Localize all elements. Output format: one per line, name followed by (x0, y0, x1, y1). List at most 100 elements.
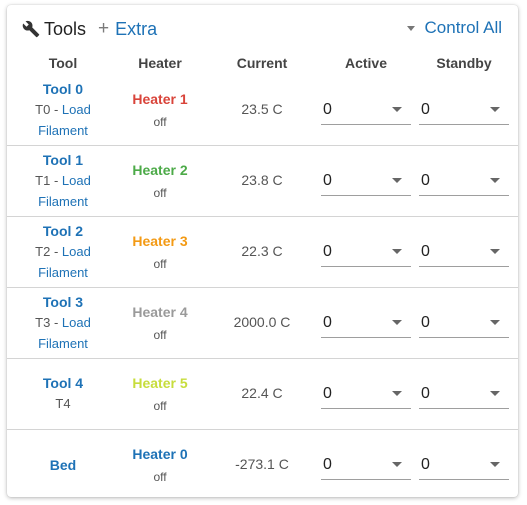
tool-name[interactable]: Tool 1 (15, 152, 111, 168)
control-all-dropdown[interactable]: Control All (406, 18, 502, 38)
separator: - (50, 244, 62, 259)
load-filament-link[interactable]: Load (62, 102, 91, 117)
tool-name[interactable]: Tool 3 (15, 294, 111, 310)
tool-row: Tool 4 T4 Heater 5 off 22.4 C 0 0 (7, 358, 518, 430)
dropdown-arrow-icon (392, 462, 402, 467)
heater-cell: Heater 2 off (111, 162, 209, 200)
standby-temp-value: 0 (421, 314, 430, 331)
tool-cell: Tool 4 T4 (15, 375, 111, 414)
heater-cell: Heater 3 off (111, 233, 209, 271)
active-temp-select[interactable]: 0 (321, 165, 411, 196)
tool-id: T2 (35, 244, 51, 259)
tool-cell: Tool 2 T2 - Load Filament (15, 223, 111, 283)
active-temp-value: 0 (323, 385, 332, 402)
tool-id: T0 (35, 102, 51, 117)
heater-cell: Heater 5 off (111, 375, 209, 413)
tool-name[interactable]: Tool 4 (15, 375, 111, 391)
dropdown-arrow-icon (490, 249, 500, 254)
tool-name[interactable]: Tool 0 (15, 81, 111, 97)
standby-temp-select[interactable]: 0 (419, 307, 509, 338)
panel-header: Tools + Extra Control All (7, 5, 518, 51)
tool-id: T4 (55, 396, 71, 411)
dropdown-arrow-icon (392, 249, 402, 254)
heater-state[interactable]: off (111, 399, 209, 413)
active-temp-select[interactable]: 0 (321, 307, 411, 338)
active-temp-select[interactable]: 0 (321, 378, 411, 409)
wrench-icon (22, 20, 40, 38)
standby-temp-select[interactable]: 0 (419, 94, 509, 125)
bed-name[interactable]: Bed (15, 457, 111, 473)
active-temp-value: 0 (323, 172, 332, 189)
standby-temp-value: 0 (421, 243, 430, 260)
control-all-label: Control All (424, 18, 502, 37)
heater-cell: Heater 0 off (111, 446, 209, 484)
standby-temp-value: 0 (421, 456, 430, 473)
dropdown-arrow-icon (490, 462, 500, 467)
current-temp: 23.5 C (241, 101, 283, 117)
tool-cell: Tool 3 T3 - Load Filament (15, 294, 111, 354)
filament-link[interactable]: Filament (38, 336, 88, 351)
heater-name[interactable]: Heater 1 (111, 91, 209, 107)
standby-temp-select[interactable]: 0 (419, 236, 509, 267)
extra-label: Extra (115, 18, 158, 39)
tool-row: Tool 2 T2 - Load Filament Heater 3 off 2… (7, 216, 518, 288)
standby-temp-select[interactable]: 0 (419, 378, 509, 409)
panel-title: Tools (44, 18, 87, 39)
tool-cell: Bed (15, 457, 111, 473)
filament-link[interactable]: Filament (38, 123, 88, 138)
active-temp-select[interactable]: 0 (321, 94, 411, 125)
dropdown-arrow-icon (392, 320, 402, 325)
current-temp: 2000.0 C (233, 314, 291, 330)
standby-temp-value: 0 (421, 101, 430, 118)
standby-temp-value: 0 (421, 385, 430, 402)
standby-temp-select[interactable]: 0 (419, 165, 509, 196)
load-filament-link[interactable]: Load (62, 173, 91, 188)
separator: - (50, 315, 62, 330)
load-filament-link[interactable]: Load (62, 244, 91, 259)
current-temp: 23.8 C (241, 172, 283, 188)
active-temp-select[interactable]: 0 (321, 236, 411, 267)
heater-name[interactable]: Heater 3 (111, 233, 209, 249)
tool-cell: Tool 0 T0 - Load Filament (15, 81, 111, 141)
heater-state[interactable]: off (111, 470, 209, 484)
heater-name[interactable]: Heater 5 (111, 375, 209, 391)
filament-link[interactable]: Filament (38, 194, 88, 209)
dropdown-arrow-icon (392, 391, 402, 396)
tool-row: Tool 0 T0 - Load Filament Heater 1 off 2… (7, 74, 518, 146)
standby-temp-select[interactable]: 0 (419, 449, 509, 480)
active-temp-value: 0 (323, 243, 332, 260)
active-temp-value: 0 (323, 314, 332, 331)
plus-icon: + (98, 18, 110, 39)
current-temp: 22.3 C (241, 243, 283, 259)
load-filament-link[interactable]: Load (62, 315, 91, 330)
heater-name[interactable]: Heater 2 (111, 162, 209, 178)
filament-link[interactable]: Filament (38, 265, 88, 280)
dropdown-arrow-icon (490, 320, 500, 325)
heater-name[interactable]: Heater 0 (111, 446, 209, 462)
tool-id: T1 (35, 173, 51, 188)
dropdown-arrow-icon (490, 391, 500, 396)
heater-name[interactable]: Heater 4 (111, 304, 209, 320)
heater-state[interactable]: off (111, 257, 209, 271)
tool-name[interactable]: Tool 2 (15, 223, 111, 239)
heater-state[interactable]: off (111, 186, 209, 200)
dropdown-arrow-icon (490, 107, 500, 112)
heater-cell: Heater 4 off (111, 304, 209, 342)
dropdown-arrow-icon (392, 178, 402, 183)
tools-panel: Tools + Extra Control All Tool Heater Cu… (7, 5, 518, 497)
active-temp-value: 0 (323, 456, 332, 473)
heater-state[interactable]: off (111, 115, 209, 129)
active-temp-select[interactable]: 0 (321, 449, 411, 480)
separator: - (50, 102, 62, 117)
heater-state[interactable]: off (111, 328, 209, 342)
caret-down-icon (406, 25, 415, 31)
separator: - (50, 173, 62, 188)
current-temp: -273.1 C (235, 456, 289, 472)
tool-row: Tool 3 T3 - Load Filament Heater 4 off 2… (7, 287, 518, 359)
tool-cell: Tool 1 T1 - Load Filament (15, 152, 111, 212)
tool-id: T3 (35, 315, 51, 330)
extra-button[interactable]: + Extra (98, 18, 157, 40)
dropdown-arrow-icon (392, 107, 402, 112)
heater-cell: Heater 1 off (111, 91, 209, 129)
standby-temp-value: 0 (421, 172, 430, 189)
